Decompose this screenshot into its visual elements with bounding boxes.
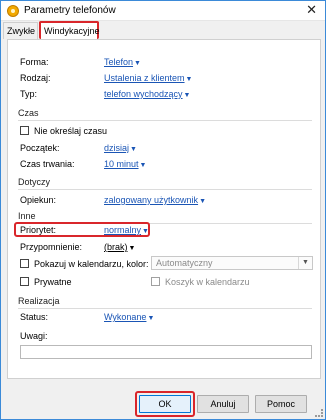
section-inne: Inne <box>18 211 312 224</box>
chevron-down-icon: ▼ <box>134 60 141 67</box>
title-bar[interactable]: Parametry telefonów ✕ <box>1 1 325 21</box>
priority-dropdown[interactable]: normalny▼ <box>104 225 149 235</box>
private-checkbox[interactable] <box>20 277 29 286</box>
status-dropdown[interactable]: Wykonane▼ <box>104 312 154 322</box>
resize-grip-icon[interactable] <box>315 409 323 417</box>
typ-dropdown[interactable]: telefon wychodzący▼ <box>104 89 190 99</box>
show-calendar-checkbox[interactable] <box>20 259 29 268</box>
reminder-label: Przypomnienie: <box>20 242 83 252</box>
no-time-checkbox[interactable] <box>20 126 29 135</box>
rodzaj-label: Rodzaj: <box>20 73 51 83</box>
tab-panel: Forma: Telefon▼ Rodzaj: Ustalenia z klie… <box>7 39 321 379</box>
color-select[interactable]: Automatyczny ▼ <box>151 256 313 270</box>
status-label: Status: <box>20 312 49 322</box>
notes-input[interactable] <box>20 345 312 359</box>
basket-label: Koszyk w kalendarzu <box>165 277 250 287</box>
close-icon[interactable]: ✕ <box>306 3 317 17</box>
color-select-value: Automatyczny <box>156 258 213 268</box>
notes-label: Uwagi: <box>20 331 48 341</box>
show-calendar-label: Pokazuj w kalendarzu, kolor: <box>34 259 149 269</box>
priority-label: Priorytet: <box>20 225 57 235</box>
opiekun-label: Opiekun: <box>20 195 57 205</box>
private-label: Prywatne <box>34 277 72 287</box>
section-realizacja: Realizacja <box>18 296 312 309</box>
cancel-button[interactable]: Anuluj <box>197 395 249 413</box>
basket-checkbox[interactable] <box>151 277 160 286</box>
chevron-down-icon: ▼ <box>142 228 149 235</box>
chevron-down-icon: ▼ <box>298 257 312 269</box>
start-dropdown[interactable]: dzisiaj▼ <box>104 143 137 153</box>
tab-zwykle[interactable]: Zwykłe <box>3 22 38 39</box>
tab-windykacyjne[interactable]: Windykacyjne <box>39 21 100 39</box>
rodzaj-dropdown[interactable]: Ustalenia z klientem▼ <box>104 73 192 83</box>
section-czas: Czas <box>18 108 312 121</box>
opiekun-dropdown[interactable]: zalogowany użytkownik▼ <box>104 195 206 205</box>
reminder-dropdown[interactable]: (brak)▼ <box>104 242 135 252</box>
forma-dropdown[interactable]: Telefon▼ <box>104 57 141 67</box>
forma-label: Forma: <box>20 57 49 67</box>
chevron-down-icon: ▼ <box>199 198 206 205</box>
dialog-window: Parametry telefonów ✕ Zwykłe Windykacyjn… <box>0 0 326 420</box>
chevron-down-icon: ▼ <box>128 245 136 252</box>
chevron-down-icon: ▼ <box>139 162 147 169</box>
help-button[interactable]: Pomoc <box>255 395 307 413</box>
typ-label: Typ: <box>20 89 38 99</box>
app-icon <box>7 5 19 17</box>
start-label: Początek: <box>20 143 60 153</box>
chevron-down-icon: ▼ <box>183 92 191 99</box>
ok-button[interactable]: OK <box>139 395 191 413</box>
section-dotyczy: Dotyczy <box>18 177 312 190</box>
chevron-down-icon: ▼ <box>147 315 155 322</box>
chevron-down-icon: ▼ <box>130 146 137 153</box>
duration-dropdown[interactable]: 10 minut▼ <box>104 159 146 169</box>
window-title: Parametry telefonów <box>24 5 116 16</box>
duration-label: Czas trwania: <box>20 159 75 169</box>
button-bar: OK Anuluj Pomoc <box>1 383 325 419</box>
no-time-label: Nie określaj czasu <box>34 126 108 136</box>
chevron-down-icon: ▼ <box>185 76 193 83</box>
